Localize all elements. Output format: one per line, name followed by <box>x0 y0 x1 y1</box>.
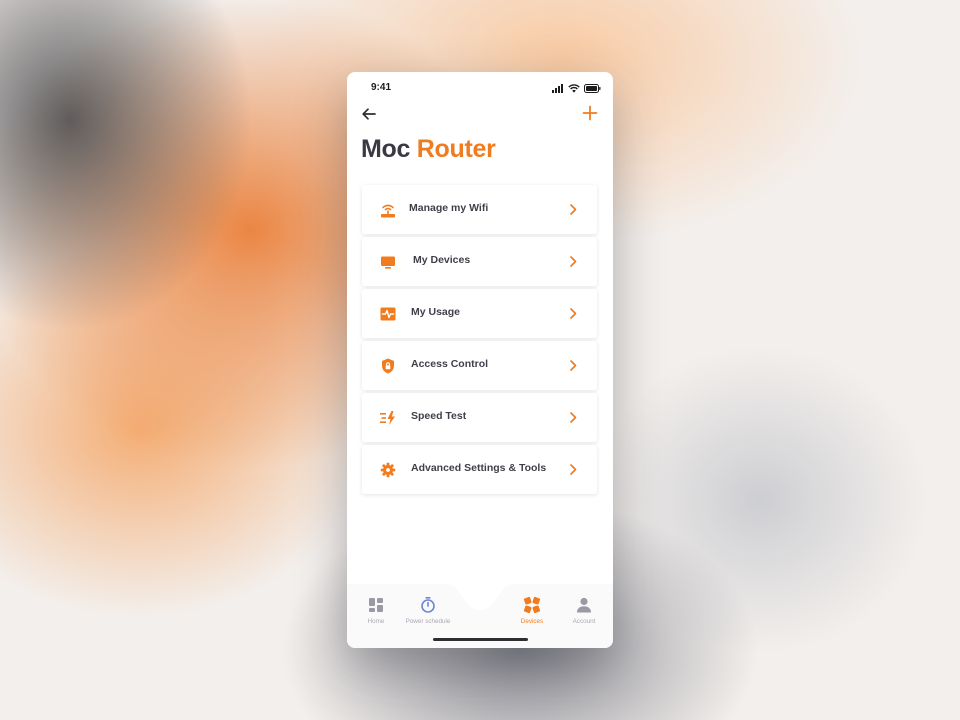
shield-lock-icon <box>382 358 394 374</box>
status-time: 9:41 <box>371 82 392 93</box>
tab-home[interactable]: Home <box>347 596 405 625</box>
page-title-main: Moc <box>361 135 411 163</box>
chevron-right-icon <box>570 360 577 371</box>
menu-item-label: My Devices <box>413 254 471 266</box>
menu-item-label: Manage my Wifi <box>409 202 489 214</box>
chevron-right-icon <box>570 204 577 215</box>
menu-item-advanced-settings[interactable]: Advanced Settings & Tools <box>362 445 597 494</box>
user-icon <box>577 597 591 613</box>
back-button[interactable] <box>359 104 379 124</box>
page-title: Moc Router <box>361 135 496 164</box>
monitor-icon <box>381 256 395 269</box>
gear-icon <box>380 462 396 478</box>
chevron-right-icon <box>570 256 577 267</box>
phone-screen: 9:41 Moc Router Manage my Wifi My Device… <box>347 72 613 648</box>
menu-item-my-devices[interactable]: My Devices <box>362 237 597 286</box>
menu-item-my-usage[interactable]: My Usage <box>362 289 597 338</box>
navigation-bar <box>347 100 613 128</box>
menu-item-label: Speed Test <box>411 410 467 422</box>
chevron-right-icon <box>570 464 577 475</box>
tab-power-schedule[interactable]: Power schedule <box>399 596 457 625</box>
tab-label: Devices <box>520 618 544 625</box>
cellular-signal-icon <box>552 83 563 93</box>
menu-item-manage-wifi[interactable]: Manage my Wifi <box>362 185 597 234</box>
status-icons <box>552 83 601 93</box>
chevron-right-icon <box>570 412 577 423</box>
status-bar: 9:41 <box>347 72 613 102</box>
chevron-right-icon <box>570 308 577 319</box>
tab-devices[interactable]: Devices <box>503 596 561 625</box>
router-wifi-icon <box>381 204 395 218</box>
activity-icon <box>380 307 396 321</box>
add-button[interactable] <box>580 103 600 123</box>
dashboard-icon <box>369 598 383 612</box>
plus-icon <box>582 105 598 121</box>
tab-label: Home <box>367 618 385 625</box>
menu-item-label: Advanced Settings & Tools <box>411 462 547 474</box>
menu-item-access-control[interactable]: Access Control <box>362 341 597 390</box>
speed-bolt-icon <box>380 411 395 425</box>
wifi-signal-icon <box>568 83 580 93</box>
router-menu: Manage my Wifi My Devices My Usage Acces… <box>362 185 597 497</box>
tab-label: Power schedule <box>405 618 451 625</box>
menu-item-label: My Usage <box>411 306 461 318</box>
tab-label: Account <box>572 618 596 625</box>
menu-item-label: Access Control <box>411 358 489 370</box>
home-indicator <box>433 638 528 641</box>
timer-icon <box>421 597 435 613</box>
arrow-left-icon <box>362 108 376 120</box>
page-title-accent: Router <box>416 135 496 163</box>
tab-account[interactable]: Account <box>555 596 613 625</box>
devices-icon <box>523 596 541 614</box>
battery-icon <box>584 83 601 93</box>
menu-item-speed-test[interactable]: Speed Test <box>362 393 597 442</box>
